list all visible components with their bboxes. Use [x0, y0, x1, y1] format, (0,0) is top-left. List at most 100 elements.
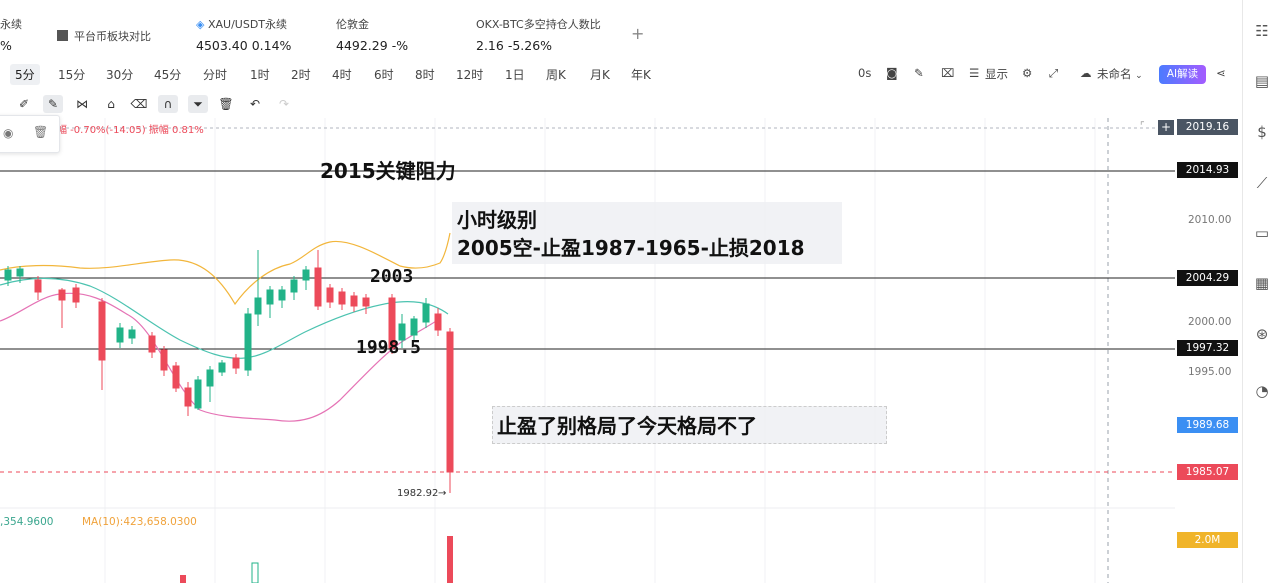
xau-icon: ◈ — [196, 18, 205, 31]
redo-icon[interactable]: ↷ — [274, 95, 294, 113]
calculator-icon[interactable]: ▦ — [1253, 274, 1271, 292]
document-icon[interactable]: ▤ — [1253, 72, 1271, 90]
fullscreen-icon[interactable]: ⤢ — [1049, 66, 1058, 81]
add-alert-button[interactable]: + — [1158, 120, 1174, 135]
drawing-popup: ◉ 🗑 — [0, 115, 60, 153]
brush-icon[interactable]: ✎ — [43, 95, 63, 113]
tab-timeframe-5m[interactable]: 5分 — [10, 64, 40, 85]
price-tag-2004: 2004.29 — [1177, 270, 1238, 286]
ticker-change: % — [0, 38, 12, 53]
robot-icon[interactable]: ⊛ — [1253, 325, 1271, 343]
chevron-down-icon: ⌄ — [1135, 71, 1143, 81]
settings-icon[interactable]: ⚙ — [1022, 66, 1032, 80]
right-sidebar: ☷ ▤ $ ⟋ ▭ ▦ ⊛ ◔ — [1242, 0, 1280, 583]
ticker-change: -5.26% — [507, 38, 553, 53]
magnet-icon[interactable]: ∩ — [158, 95, 178, 113]
ma-legend: MA(10):423,658.0300 — [82, 516, 197, 528]
ticker-price: 4503.40 — [196, 38, 248, 53]
volume-legend: ,354.9600 — [0, 516, 54, 528]
tab-timeframe-12h[interactable]: 12时 — [456, 66, 483, 83]
add-ticker-button[interactable]: + — [631, 24, 644, 43]
ticker-price: 2.16 — [476, 38, 504, 53]
low-price-marker: 1982.92 — [397, 488, 438, 499]
monitor-icon[interactable]: ▭ — [1253, 224, 1271, 242]
price-tag-2015: 2014.93 — [1177, 162, 1238, 178]
ticker-5[interactable]: OKX-BTC多空持仓人数比 2.16 -5.26% — [476, 16, 601, 53]
display-button[interactable]: 显示 — [985, 66, 1008, 82]
trash-icon[interactable]: 🗑 — [216, 95, 236, 113]
annotation-2003[interactable]: 2003 — [370, 266, 413, 287]
axis-tick: 2010.00 — [1188, 214, 1231, 226]
share-icon[interactable]: ⋖ — [1216, 66, 1226, 80]
bull-candles — [4, 250, 430, 410]
ticker-4[interactable]: 伦敦金 4492.29 -% — [336, 16, 408, 53]
pen-icon[interactable]: ✎ — [914, 66, 924, 80]
axis-tick: 2000.00 — [1188, 316, 1231, 328]
volume-bar — [251, 562, 259, 583]
low-arrow-icon: → — [438, 488, 446, 499]
tab-timeframe-4h[interactable]: 4时 — [332, 66, 352, 83]
camera-icon[interactable]: ◙ — [886, 66, 898, 80]
price-tag-1997: 1997.32 — [1177, 340, 1238, 356]
list-icon[interactable]: ☷ — [1253, 22, 1271, 40]
ruler-icon[interactable]: ✐ — [14, 95, 34, 113]
tab-timeframe-45m[interactable]: 45分 — [154, 66, 181, 83]
comment-icon[interactable]: ⌧ — [941, 66, 954, 80]
trash-icon[interactable]: 🗑 — [33, 125, 48, 139]
ticker-change: -% — [391, 38, 409, 53]
ticker-name: 永续 — [0, 18, 22, 31]
tab-timeframe-1h[interactable]: 1时 — [250, 66, 270, 83]
price-tag-bid: 1989.68 — [1177, 417, 1238, 433]
volume-tag: 2.0M — [1177, 532, 1238, 548]
annotation-resistance[interactable]: 2015关键阻力 — [320, 155, 456, 184]
tab-timeframe-week[interactable]: 周K — [546, 66, 566, 83]
gauge-icon[interactable]: ◔ — [1253, 382, 1271, 400]
volume-bar-last — [447, 536, 453, 583]
price-tag-high: 2019.16 — [1177, 119, 1238, 135]
ticker-name: 平台币板块对比 — [74, 30, 151, 43]
cloud-icon[interactable]: ☁ — [1080, 66, 1092, 80]
ticker-change: 0.14% — [251, 38, 292, 53]
eye-icon[interactable]: ◉ — [3, 126, 13, 140]
tab-timeframe-time[interactable]: 分时 — [203, 66, 227, 83]
annotation-hour-title: 小时级别 — [457, 208, 537, 232]
volume-bar — [180, 575, 186, 583]
ticker-3[interactable]: ◈ XAU/USDT永续 4503.40 0.14% — [196, 16, 291, 53]
tab-timeframe-year[interactable]: 年K — [631, 66, 651, 83]
tab-timeframe-30m[interactable]: 30分 — [106, 66, 133, 83]
ticker-name: OKX-BTC多空持仓人数比 — [476, 18, 601, 31]
corner-icon: ⌜ — [1140, 121, 1145, 132]
tab-timeframe-15m[interactable]: 15分 — [58, 66, 85, 83]
filter-icon[interactable]: ⏷ — [188, 95, 208, 113]
display-icon[interactable]: ☰ — [969, 66, 979, 80]
ticker-price: 4492.29 — [336, 38, 388, 53]
trading-app: 永续 % 平台币板块对比 ◈ XAU/USDT永续 4503.40 0.14% … — [0, 0, 1280, 583]
tab-timeframe-8h[interactable]: 8时 — [415, 66, 435, 83]
grid-icon — [57, 30, 68, 41]
change-legend: 幅 -0.70%(-14.05) 振幅 0.81% — [57, 125, 204, 136]
axis-tick: 1995.00 — [1188, 366, 1231, 378]
ai-interpret-button[interactable]: AI解读 — [1159, 65, 1206, 84]
seconds-label[interactable]: 0s — [858, 66, 871, 80]
price-chart[interactable]: 1982.92 → 2010.00 2000.00 1995.00 — [0, 118, 1242, 583]
tab-timeframe-1d[interactable]: 1日 — [505, 66, 525, 83]
ticker-1[interactable]: 永续 % — [0, 16, 22, 53]
ticker-2[interactable]: 平台币板块对比 — [57, 28, 151, 44]
pattern-icon[interactable]: ⋈ — [72, 95, 92, 113]
lock-icon[interactable]: ⌂ — [101, 95, 121, 113]
trend-icon[interactable]: ⟋ — [1253, 174, 1271, 192]
tab-timeframe-month[interactable]: 月K — [590, 66, 610, 83]
annotation-takeprofit: 止盈了别格局了今天格局不了 — [497, 414, 757, 438]
tab-timeframe-2h[interactable]: 2时 — [291, 66, 311, 83]
tab-timeframe-6h[interactable]: 6时 — [374, 66, 394, 83]
annotation-1998[interactable]: 1998.5 — [356, 337, 421, 358]
ticker-name: 伦敦金 — [336, 18, 369, 31]
dollar-icon[interactable]: $ — [1253, 123, 1271, 141]
annotation-plan: 2005空-止盈1987-1965-止损2018 — [457, 236, 805, 260]
undo-icon[interactable]: ↶ — [245, 95, 265, 113]
layout-name: 未命名 — [1097, 67, 1132, 81]
eraser-icon[interactable]: ⌫ — [129, 95, 149, 113]
price-tag-current: 1985.07 — [1177, 464, 1238, 480]
layout-name-select[interactable]: 未命名 ⌄ — [1097, 66, 1143, 82]
ticker-name: XAU/USDT永续 — [207, 18, 288, 31]
